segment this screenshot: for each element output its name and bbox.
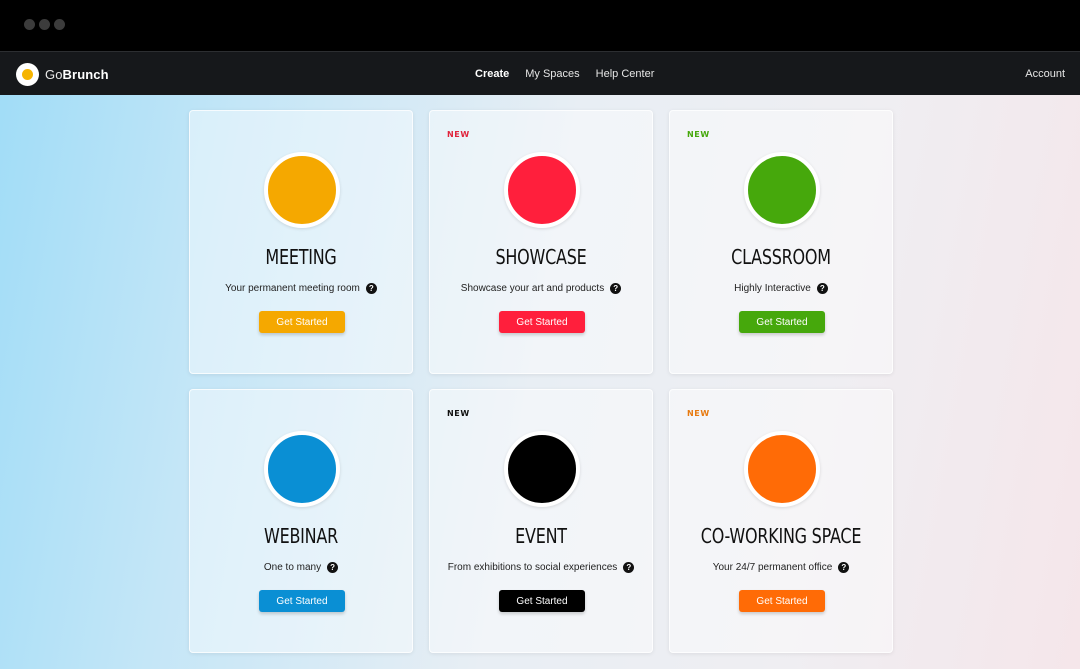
card-meeting: MEETING Your permanent meeting room ? Ge… [189,110,413,374]
card-title: CO-WORKING SPACE [700,524,862,548]
help-icon[interactable]: ? [327,562,339,573]
card-description: Showcase your art and products ? [430,283,652,294]
card-description-text: Highly Interactive [734,283,811,294]
webinar-get-started-button[interactable]: Get Started [259,590,345,612]
event-circle-icon [504,431,580,507]
help-icon[interactable]: ? [365,283,377,294]
meeting-circle-icon [264,152,340,228]
new-badge: NEW [447,409,470,418]
help-icon[interactable]: ? [610,283,622,294]
card-event: NEW EVENT From exhibitions to social exp… [429,389,653,653]
window-close-dot[interactable] [24,19,35,30]
card-title: CLASSROOM [731,245,831,269]
window-minimize-dot[interactable] [39,19,50,30]
meeting-get-started-button[interactable]: Get Started [259,311,345,333]
help-icon[interactable]: ? [838,562,850,573]
coworking-get-started-button[interactable]: Get Started [739,590,825,612]
event-get-started-button[interactable]: Get Started [499,590,585,612]
help-icon[interactable]: ? [623,562,635,573]
card-showcase: NEW SHOWCASE Showcase your art and produ… [429,110,653,374]
nav-links: Create My Spaces Help Center [475,52,670,96]
window-chrome [0,0,1080,51]
webinar-circle-icon [264,431,340,507]
showcase-circle-icon [504,152,580,228]
card-description: From exhibitions to social experiences ? [430,562,652,573]
card-description: One to many ? [190,562,412,573]
showcase-get-started-button[interactable]: Get Started [499,311,585,333]
card-title: EVENT [515,524,567,548]
coworking-circle-icon [744,431,820,507]
card-description-text: Your permanent meeting room [225,283,360,294]
card-description: Highly Interactive ? [670,283,892,294]
classroom-get-started-button[interactable]: Get Started [739,311,825,333]
new-badge: NEW [687,409,710,418]
nav-my-spaces[interactable]: My Spaces [525,68,579,80]
card-description: Your permanent meeting room ? [190,283,412,294]
gobrunch-logo-icon [16,62,39,86]
nav-account[interactable]: Account [1025,52,1065,96]
window-maximize-dot[interactable] [54,19,65,30]
new-badge: NEW [687,130,710,139]
card-coworking-space: NEW CO-WORKING SPACE Your 24/7 permanent… [669,389,893,653]
brand-name: GoBrunch [45,66,109,82]
card-description-text: Your 24/7 permanent office [712,562,833,573]
card-webinar: WEBINAR One to many ? Get Started [189,389,413,653]
nav-create[interactable]: Create [475,68,509,80]
card-title: MEETING [265,245,337,269]
card-title: WEBINAR [264,524,338,548]
nav-help-center[interactable]: Help Center [596,68,655,80]
card-description-text: Showcase your art and products [460,283,605,294]
card-description: Your 24/7 permanent office ? [670,562,892,573]
gobrunch-logo[interactable]: GoBrunch [16,62,109,86]
card-description-text: From exhibitions to social experiences [447,562,618,573]
top-navbar: GoBrunch Create My Spaces Help Center Ac… [0,51,1080,95]
card-classroom: NEW CLASSROOM Highly Interactive ? Get S… [669,110,893,374]
classroom-circle-icon [744,152,820,228]
card-description-text: One to many [263,562,322,573]
card-title: SHOWCASE [495,245,587,269]
new-badge: NEW [447,130,470,139]
help-icon[interactable]: ? [816,283,828,294]
